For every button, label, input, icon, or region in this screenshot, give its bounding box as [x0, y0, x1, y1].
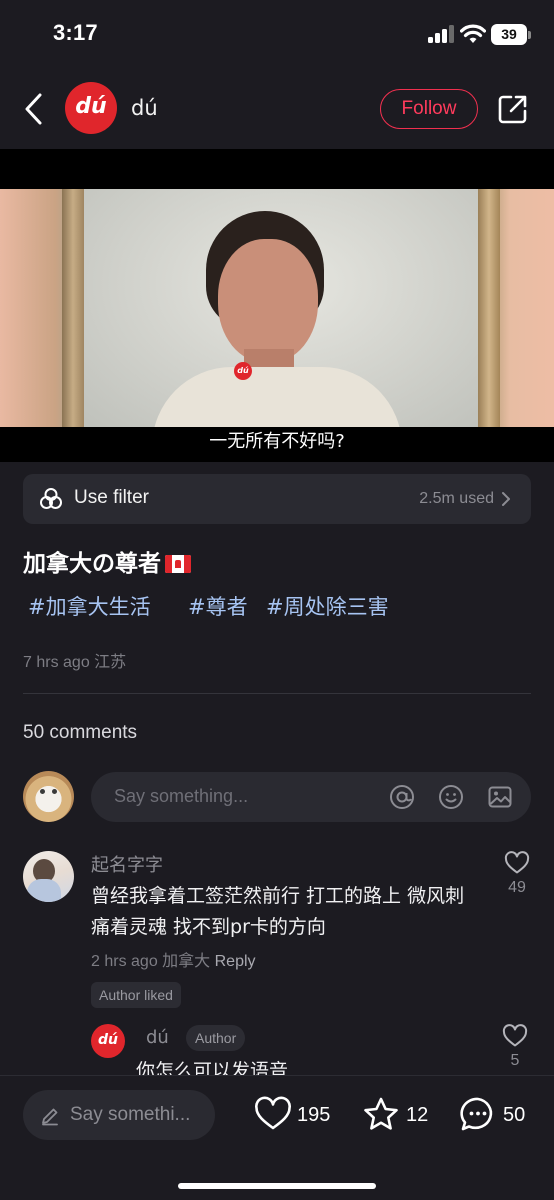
image-icon[interactable] — [487, 784, 513, 810]
emoji-icon[interactable] — [438, 784, 464, 810]
comment-like-count: 49 — [508, 879, 526, 896]
bottom-input-placeholder: Say somethi... — [70, 1104, 191, 1125]
comment-bubble-icon — [460, 1097, 493, 1131]
home-indicator — [178, 1183, 376, 1189]
filter-usage-count: 2.5m used — [419, 490, 494, 507]
reply-like-count: 5 — [510, 1052, 520, 1069]
heart-icon — [502, 1024, 528, 1047]
wifi-icon — [460, 24, 486, 43]
comment-time-place: 2 hrs ago 加拿大 — [91, 953, 211, 970]
battery-tip — [528, 31, 531, 39]
filter-label: Use filter — [74, 487, 149, 508]
post-title-text: 加拿大の尊者 — [23, 551, 161, 577]
author-avatar[interactable]: dú — [65, 82, 117, 134]
video-watermark-logo: dú — [234, 362, 252, 380]
chevron-right-icon — [502, 492, 510, 506]
favorite-count: 12 — [406, 1104, 429, 1126]
divider — [23, 693, 531, 694]
current-user-avatar — [23, 771, 74, 822]
author-name[interactable]: dú — [131, 96, 158, 120]
reply-author-name[interactable]: dú — [146, 1027, 169, 1048]
canada-flag-icon — [165, 555, 191, 573]
reply-like-button[interactable]: 5 — [499, 1024, 531, 1070]
video-subtitle: 一无所有不好吗? — [209, 431, 345, 452]
pencil-icon — [42, 1108, 58, 1126]
filter-icon — [40, 488, 62, 509]
comment-like-button[interactable]: 49 — [501, 851, 533, 897]
video-frame: dú — [0, 189, 554, 427]
reply-button[interactable]: Reply — [215, 953, 256, 970]
comments-count: 50 comments — [23, 722, 138, 743]
like-button[interactable]: 195 — [254, 1096, 334, 1136]
mention-icon[interactable] — [389, 784, 415, 810]
comment-input-placeholder: Say something... — [114, 786, 249, 806]
commenter-name[interactable]: 起名字字 — [91, 851, 163, 877]
status-time: 3:17 — [53, 20, 98, 45]
author-liked-badge: Author liked — [91, 982, 181, 1008]
post-meta: 7 hrs ago 江苏 — [23, 654, 127, 671]
bottom-action-bar: Say somethi... 195 12 50 — [0, 1075, 554, 1200]
author-badge: Author — [186, 1025, 246, 1051]
status-bar: 3:17 39 — [0, 0, 554, 70]
hashtag-link[interactable]: #加拿大生活 — [28, 591, 151, 621]
post-header: dú dú Follow — [0, 70, 554, 148]
favorite-button[interactable]: 12 — [362, 1096, 432, 1136]
comment-text: 曾经我拿着工签茫然前行 打工的路上 微风刺痛着灵魂 找不到pr卡的方向 — [91, 885, 465, 938]
like-count: 195 — [297, 1104, 331, 1126]
video-player[interactable]: dú 一无所有不好吗? — [0, 149, 554, 462]
comment-input[interactable]: Say something... — [91, 772, 531, 822]
cellular-signal-icon — [428, 25, 454, 43]
use-filter-button[interactable]: Use filter 2.5m used — [23, 474, 531, 524]
hashtag-link[interactable]: #周处除三害 — [266, 591, 389, 621]
screen: 3:17 39 dú dú Follow dú 一无所有不好吗? Use fil… — [0, 0, 554, 1200]
share-button[interactable] — [496, 92, 530, 126]
heart-icon — [255, 1096, 291, 1130]
back-button[interactable] — [18, 90, 52, 128]
reply-author-avatar[interactable]: dú — [91, 1024, 125, 1058]
follow-button[interactable]: Follow — [380, 89, 478, 129]
comment-count: 50 — [503, 1104, 526, 1126]
bottom-comment-input[interactable]: Say somethi... — [23, 1090, 215, 1140]
hashtag-link[interactable]: #尊者 — [188, 591, 248, 621]
comment-meta: 2 hrs ago 加拿大 Reply — [91, 947, 256, 971]
heart-icon — [504, 851, 530, 874]
battery-indicator: 39 — [491, 24, 527, 45]
comment-button[interactable]: 50 — [459, 1096, 534, 1136]
commenter-avatar[interactable] — [23, 851, 74, 902]
post-title: 加拿大の尊者 — [23, 544, 191, 578]
star-icon — [364, 1097, 398, 1130]
